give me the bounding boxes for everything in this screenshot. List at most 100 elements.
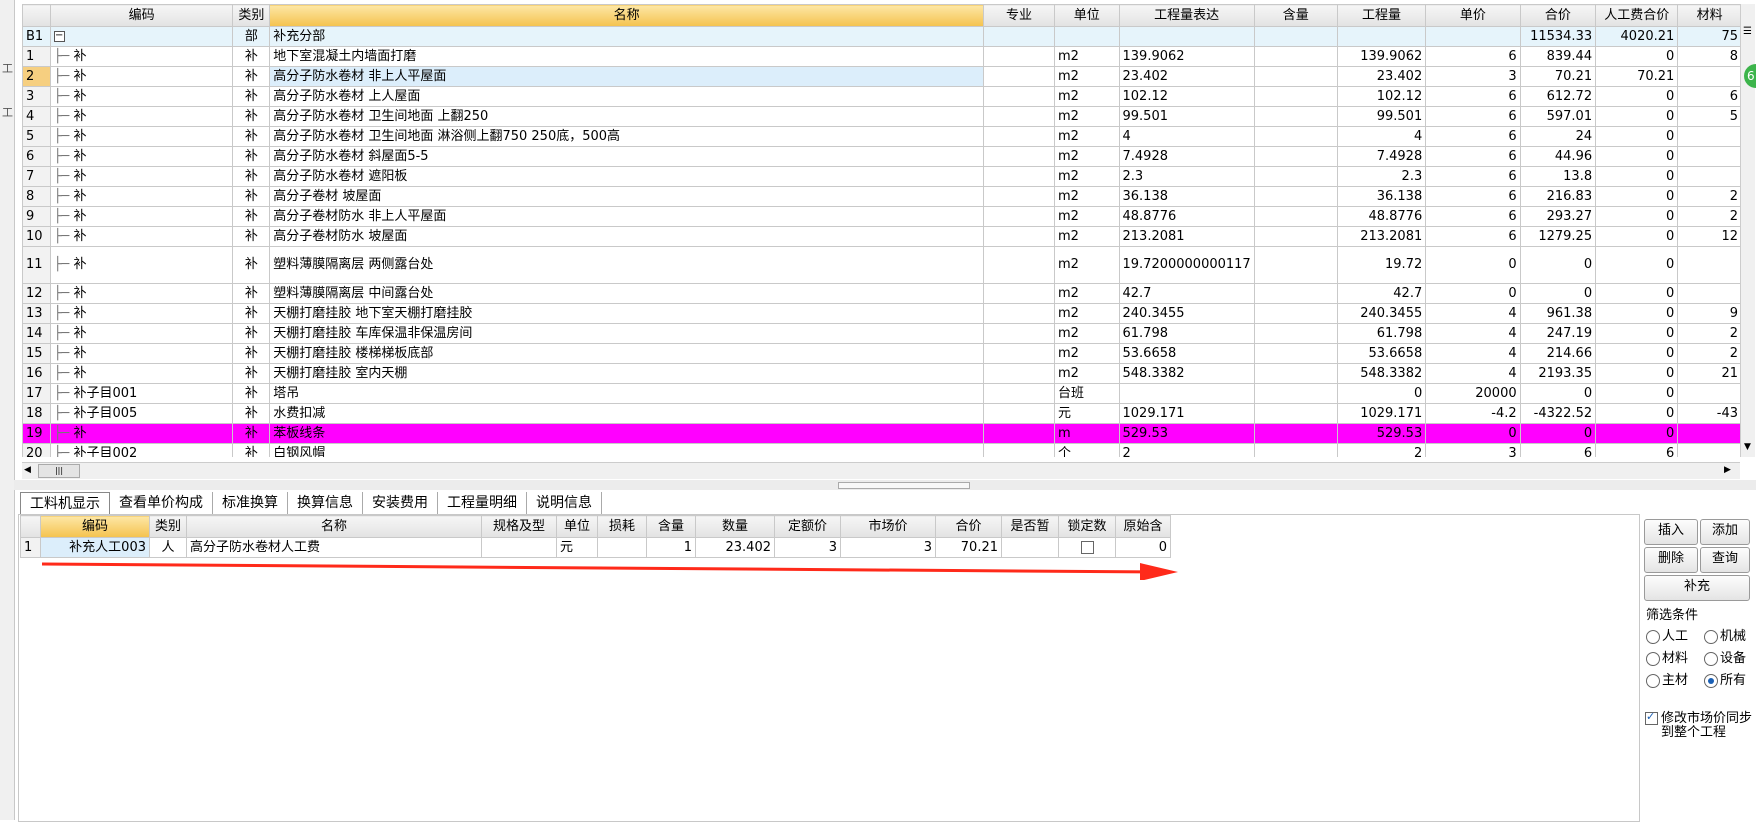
cell-name[interactable]: 天棚打磨挂胶 室内天棚	[269, 363, 984, 384]
cell-price[interactable]: 0	[1425, 283, 1521, 304]
cell-qty[interactable]: 36.138	[1336, 186, 1427, 207]
cell-labor[interactable]: 0	[1595, 303, 1679, 324]
table-row[interactable]: 10 ├─ 补补高分子卷材防水 坡屋面 m2 213.2081 213.2081 6 127…	[22, 226, 1742, 247]
column-header[interactable]: 名称	[186, 515, 482, 538]
cell-content[interactable]	[1253, 443, 1338, 457]
column-header[interactable]: 材料	[1677, 4, 1742, 27]
menu-icon[interactable]: ☰	[1743, 26, 1752, 37]
column-header[interactable]	[20, 515, 41, 538]
cell-qty[interactable]: 139.9062	[1336, 46, 1427, 67]
cell-major[interactable]	[982, 86, 1055, 107]
cell-no[interactable]: 6	[22, 146, 51, 167]
cell-code[interactable]: ├─ 补子目002	[49, 443, 234, 457]
cell-price[interactable]: 6	[1425, 86, 1521, 107]
cell-code[interactable]: ├─ 补	[49, 86, 234, 107]
cell-mat[interactable]: 12	[1677, 226, 1742, 247]
horizontal-scrollbar[interactable]: ◀ ||| ▶	[22, 462, 1740, 479]
cell-content[interactable]	[1253, 126, 1338, 147]
column-header[interactable]: 单位	[1053, 4, 1120, 27]
column-header[interactable]: 数量	[695, 515, 775, 538]
cell-name[interactable]: 天棚打磨挂胶 地下室天棚打磨挂胶	[269, 303, 984, 324]
cell-price[interactable]: 6	[1425, 106, 1521, 127]
column-header[interactable]: 是否暂	[1001, 515, 1059, 538]
column-header[interactable]: 单价	[1425, 4, 1521, 27]
cell-qty[interactable]: 4	[1336, 126, 1427, 147]
cell-code[interactable]: ├─ 补子目005	[49, 403, 234, 424]
cell-type[interactable]: 补	[232, 303, 271, 324]
cell-qty[interactable]: 19.72	[1336, 246, 1427, 284]
cell-no[interactable]: 12	[22, 283, 51, 304]
cell-no[interactable]: 18	[22, 403, 51, 424]
cell-expr[interactable]: 102.12	[1118, 86, 1255, 107]
cell-mat[interactable]	[1677, 146, 1742, 167]
cell-unit[interactable]	[1053, 26, 1120, 47]
cell-name[interactable]: 高分子防水卷材 斜屋面5-5	[269, 146, 984, 167]
cell-code[interactable]: ├─ 补	[49, 66, 234, 87]
collapse-icon[interactable]: −	[53, 31, 65, 42]
cell-total[interactable]: 0	[1519, 246, 1597, 284]
cell-total[interactable]: 597.01	[1519, 106, 1597, 127]
cell-no[interactable]: 19	[22, 423, 51, 444]
cell-name[interactable]: 白钢风帽	[269, 443, 984, 457]
cell-price[interactable]: 4	[1425, 323, 1521, 344]
cell-labor[interactable]: 0	[1595, 106, 1679, 127]
cell-type[interactable]: 补	[232, 343, 271, 364]
table-row[interactable]: 2 ├─ 补补高分子防水卷材 非上人平屋面 m2 23.402 23.402 3 70.21…	[22, 66, 1742, 87]
cell-type[interactable]: 补	[232, 323, 271, 344]
cell-spec[interactable]	[481, 537, 557, 558]
cell-major[interactable]	[982, 186, 1055, 207]
cell-name[interactable]: 苯板线条	[269, 423, 984, 444]
cell-price[interactable]: 6	[1425, 146, 1521, 167]
cell-name[interactable]: 天棚打磨挂胶 车库保温非保温房间	[269, 323, 984, 344]
cell-code[interactable]: ├─ 补子目001	[49, 383, 234, 404]
cell-expr[interactable]	[1118, 26, 1255, 47]
cell-content[interactable]	[1253, 363, 1338, 384]
cell-labor[interactable]: 0	[1595, 46, 1679, 67]
cell-labor[interactable]: 0	[1595, 86, 1679, 107]
cell-qty[interactable]: 240.3455	[1336, 303, 1427, 324]
cell-content[interactable]	[1253, 166, 1338, 187]
cell-content[interactable]	[1253, 383, 1338, 404]
cell-expr[interactable]: 61.798	[1118, 323, 1255, 344]
cell-no[interactable]: 14	[22, 323, 51, 344]
cell-mat[interactable]: 8	[1677, 46, 1742, 67]
cell-content[interactable]	[1253, 146, 1338, 167]
filter-radio-5[interactable]: 所有	[1704, 672, 1746, 690]
cell-price[interactable]	[1425, 26, 1521, 47]
cell-expr[interactable]: 53.6658	[1118, 343, 1255, 364]
cell-unit[interactable]: m2	[1053, 206, 1120, 227]
cell-labor[interactable]: 0	[1595, 423, 1679, 444]
cell-expr[interactable]: 2	[1118, 443, 1255, 457]
column-header[interactable]: 工程量表达	[1118, 4, 1255, 27]
cell-expr[interactable]: 240.3455	[1118, 303, 1255, 324]
cell-total[interactable]: -4322.52	[1519, 403, 1597, 424]
table-row[interactable]: 16 ├─ 补补天棚打磨挂胶 室内天棚 m2 548.3382 548.3382 4 219…	[22, 363, 1742, 384]
cell-type[interactable]: 部	[232, 26, 271, 47]
radio-icon[interactable]	[1704, 651, 1718, 666]
cell-labor[interactable]: 0	[1595, 363, 1679, 384]
cell-market[interactable]: 3	[840, 537, 936, 558]
cell-type[interactable]: 补	[232, 443, 271, 457]
cell-price[interactable]: 3	[1425, 443, 1521, 457]
cell-content[interactable]	[1253, 66, 1338, 87]
cell-name[interactable]: 高分子防水卷材 卫生间地面 淋浴侧上翻750 250底，500高	[269, 126, 984, 147]
table-row[interactable]: 3 ├─ 补补高分子防水卷材 上人屋面 m2 102.12 102.12 6 612.72 0…	[22, 86, 1742, 107]
cell-total[interactable]: 0	[1519, 383, 1597, 404]
locked-checkbox[interactable]	[1080, 541, 1094, 554]
cell-type[interactable]: 补	[232, 246, 271, 284]
cell-total[interactable]: 293.27	[1519, 206, 1597, 227]
cell-major[interactable]	[982, 283, 1055, 304]
cell-content[interactable]	[1253, 423, 1338, 444]
table-row[interactable]: 8 ├─ 补补高分子卷材 坡屋面 m2 36.138 36.138 6 216.83 0 2	[22, 186, 1742, 207]
column-header[interactable]: 原始含	[1115, 515, 1171, 538]
cell-total[interactable]: 24	[1519, 126, 1597, 147]
cell-expr[interactable]: 48.8776	[1118, 206, 1255, 227]
column-header[interactable]: 单位	[556, 515, 598, 538]
cell-labor[interactable]: 0	[1595, 343, 1679, 364]
cell-qty[interactable]: 213.2081	[1336, 226, 1427, 247]
splitter-handle[interactable]	[838, 482, 970, 489]
cell-expr[interactable]: 529.53	[1118, 423, 1255, 444]
column-header[interactable]: 规格及型	[481, 515, 557, 538]
filter-radio-0[interactable]: 人工	[1646, 628, 1688, 646]
cell-unit[interactable]: m2	[1053, 86, 1120, 107]
